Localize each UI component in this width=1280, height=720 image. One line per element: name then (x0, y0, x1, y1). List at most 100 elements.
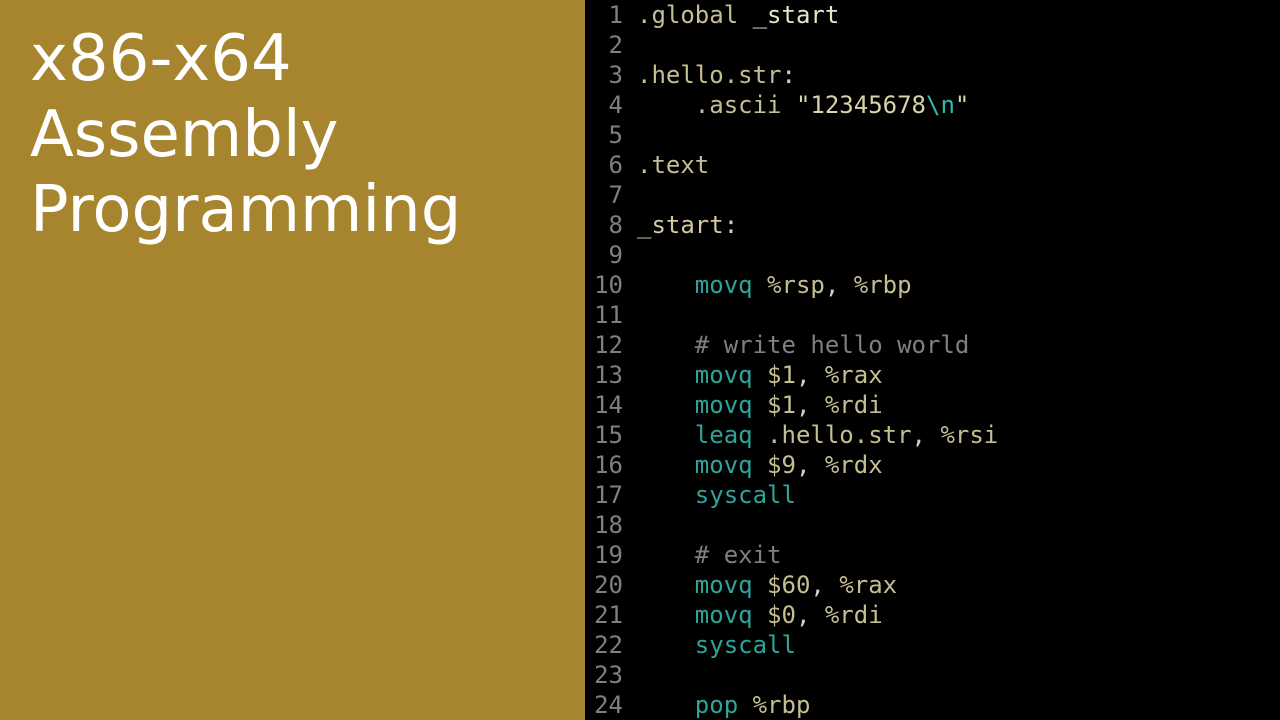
code-content: pop %rbp (637, 690, 810, 720)
code-token: " (955, 91, 969, 119)
code-token: .hello.str (637, 61, 782, 89)
code-content: _start: (637, 210, 738, 240)
line-number: 23 (585, 660, 637, 690)
code-token: $60 (767, 571, 810, 599)
code-token: syscall (695, 631, 796, 659)
code-token: %rbp (854, 271, 912, 299)
code-token (637, 481, 695, 509)
code-token: movq (695, 271, 767, 299)
code-line: 9 (585, 240, 1280, 270)
title-panel: x86-x64 Assembly Programming (0, 0, 585, 720)
code-token: : (782, 61, 796, 89)
line-number: 1 (585, 0, 637, 30)
code-line: 22 syscall (585, 630, 1280, 660)
code-line: 21 movq $0, %rdi (585, 600, 1280, 630)
code-line: 2 (585, 30, 1280, 60)
main-title: x86-x64 Assembly Programming (30, 22, 567, 249)
code-line: 12 # write hello world (585, 330, 1280, 360)
code-token: %rdi (825, 601, 883, 629)
code-content: syscall (637, 480, 796, 510)
code-line: 5 (585, 120, 1280, 150)
code-token: syscall (695, 481, 796, 509)
code-token: $1 (767, 391, 796, 419)
code-token: : (724, 211, 738, 239)
code-token: _start (753, 1, 840, 29)
code-token: , (825, 271, 854, 299)
code-token: movq (695, 571, 767, 599)
code-token: , (796, 601, 825, 629)
code-line: 17 syscall (585, 480, 1280, 510)
code-token: $1 (767, 361, 796, 389)
line-number: 5 (585, 120, 637, 150)
code-token: # write hello world (695, 331, 970, 359)
code-token (637, 91, 695, 119)
title-line-1: x86-x64 (30, 22, 292, 96)
line-number: 4 (585, 90, 637, 120)
title-line-3: Programming (30, 173, 461, 247)
code-token: , (796, 451, 825, 479)
code-line: 24 pop %rbp (585, 690, 1280, 720)
code-content: movq $9, %rdx (637, 450, 883, 480)
code-token: %rax (825, 361, 883, 389)
code-token: %rbp (753, 691, 811, 719)
code-line: 7 (585, 180, 1280, 210)
line-number: 24 (585, 690, 637, 720)
code-content: syscall (637, 630, 796, 660)
code-token: .hello.str (767, 421, 912, 449)
code-token: \n (926, 91, 955, 119)
line-number: 12 (585, 330, 637, 360)
code-line: 13 movq $1, %rax (585, 360, 1280, 390)
line-number: 6 (585, 150, 637, 180)
line-number: 7 (585, 180, 637, 210)
line-number: 13 (585, 360, 637, 390)
code-token: leaq (695, 421, 767, 449)
line-number: 17 (585, 480, 637, 510)
code-content: .hello.str: (637, 60, 796, 90)
code-token: %rax (839, 571, 897, 599)
line-number: 8 (585, 210, 637, 240)
code-editor-panel: 1.global _start23.hello.str:4 .ascii "12… (585, 0, 1280, 720)
code-token: .text (637, 151, 709, 179)
code-line: 10 movq %rsp, %rbp (585, 270, 1280, 300)
line-number: 9 (585, 240, 637, 270)
code-content: movq $1, %rdi (637, 390, 883, 420)
code-token (637, 631, 695, 659)
code-token (637, 541, 695, 569)
code-token: %rdi (825, 391, 883, 419)
code-token: pop (695, 691, 753, 719)
code-content: leaq .hello.str, %rsi (637, 420, 998, 450)
code-line: 1.global _start (585, 0, 1280, 30)
code-line: 19 # exit (585, 540, 1280, 570)
code-content: .ascii "12345678\n" (637, 90, 969, 120)
code-token: , (796, 361, 825, 389)
line-number: 18 (585, 510, 637, 540)
code-content: .text (637, 150, 709, 180)
code-token (637, 451, 695, 479)
code-token (637, 271, 695, 299)
code-token: , (912, 421, 941, 449)
line-number: 22 (585, 630, 637, 660)
code-line: 6.text (585, 150, 1280, 180)
line-number: 11 (585, 300, 637, 330)
line-number: 20 (585, 570, 637, 600)
title-line-2: Assembly (30, 98, 338, 172)
code-line: 18 (585, 510, 1280, 540)
code-token: " (796, 91, 810, 119)
code-line: 14 movq $1, %rdi (585, 390, 1280, 420)
code-token (637, 571, 695, 599)
code-content: movq %rsp, %rbp (637, 270, 912, 300)
code-line: 16 movq $9, %rdx (585, 450, 1280, 480)
code-token: %rsp (767, 271, 825, 299)
code-content: .global _start (637, 0, 839, 30)
code-token (637, 331, 695, 359)
line-number: 10 (585, 270, 637, 300)
code-line: 11 (585, 300, 1280, 330)
code-content: movq $1, %rax (637, 360, 883, 390)
code-token: %rdx (825, 451, 883, 479)
code-token: _start (637, 211, 724, 239)
line-number: 16 (585, 450, 637, 480)
code-token: movq (695, 391, 767, 419)
code-line: 3.hello.str: (585, 60, 1280, 90)
code-token (637, 361, 695, 389)
code-token: 12345678 (810, 91, 926, 119)
